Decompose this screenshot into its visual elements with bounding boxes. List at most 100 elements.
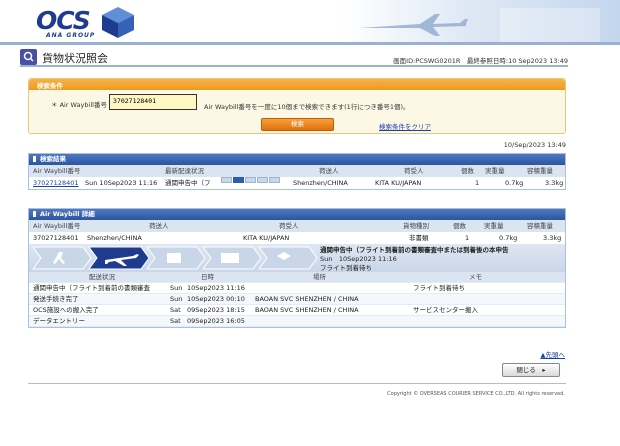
history-row: 通関申告中（フライト到着前の書類審査 Sun 10Sep2023 11:16 フ… — [29, 283, 565, 294]
col-memo: メモ — [469, 273, 482, 281]
progress-step — [221, 177, 232, 183]
ocs-logo: OCS — [36, 6, 91, 35]
history-column-headers: 配送状況 日時 場所 メモ — [29, 272, 565, 283]
history-place: BAOAN SVC SHENZHEN / CHINA — [255, 306, 359, 314]
results-header: 検索結果 — [29, 154, 565, 165]
col-weight: 実重量 — [485, 167, 505, 175]
history-place: BAOAN SVC SHENZHEN / CHINA — [255, 295, 359, 303]
step-delivered — [258, 246, 318, 270]
logo-cube-icon — [102, 7, 134, 38]
history-memo: サービスセンター搬入 — [413, 306, 478, 314]
history-row: データエントリー Sat 09Sep2023 16:05 — [29, 316, 565, 327]
history-status: OCS施設への搬入完了 — [33, 306, 99, 314]
detail-consignee: KITA KU/JAPAN — [243, 234, 290, 242]
screen-id-info: 画面ID:PCSWG0201R 最終参照日時:10 Sep2023 13:49 — [393, 57, 568, 65]
footer-divider — [28, 383, 566, 384]
search-panel-title: 検索条件 — [37, 82, 63, 90]
col-cargo-type: 貨物種別 — [403, 222, 429, 230]
close-button[interactable]: 閉じる ▸ — [502, 363, 560, 377]
history-status: 発送手続き完了 — [33, 295, 79, 303]
detail-weight: 0.7kg — [499, 234, 518, 242]
detail-title: Air Waybill 詳細 — [40, 210, 95, 218]
detail-row: 37027128401 Shenzhen/CHINA KITA KU/JAPAN… — [29, 232, 565, 244]
status-progress-strip: 通関申告中（フライト到着前の書類審査中または到着後の本申告 Sun 10Sep2… — [29, 244, 565, 272]
truck-icon — [221, 253, 239, 263]
result-shipper: Shenzhen/CHINA — [293, 179, 348, 187]
col-place: 場所 — [313, 273, 326, 281]
status-main: 通関申告中（フライト到着前の書類審査中または到着後の本申告 — [320, 246, 509, 254]
site-header: OCS ANA GROUP — [0, 0, 620, 45]
history-status: データエントリー — [33, 317, 85, 325]
history-memo: フライト到着待ち — [413, 284, 465, 292]
result-status: 通関申告中（フ — [165, 179, 211, 187]
awb-help-text: Air Waybill番号を一度に10個まで検索できます(1行につき番号1個)。 — [204, 103, 410, 111]
progress-step — [257, 177, 268, 183]
search-panel-header: 検索条件 — [29, 79, 565, 90]
back-to-top-link[interactable]: ▲先頭へ — [541, 349, 566, 359]
detail-section: Air Waybill 詳細 Air Waybill番号 荷送人 荷受人 貨物種… — [28, 208, 566, 328]
detail-awb: 37027128401 — [33, 234, 79, 242]
search-button[interactable]: 検索 — [261, 118, 334, 131]
col-vol-weight: 容積重量 — [527, 222, 553, 230]
history-row: OCS施設への搬入完了 Sat 09Sep2023 18:15 BAOAN SV… — [29, 305, 565, 316]
current-datetime: 10/Sep/2023 13:49 — [503, 141, 566, 149]
col-awb: Air Waybill番号 — [33, 167, 81, 175]
detail-shipper: Shenzhen/CHINA — [87, 234, 142, 242]
history-day: Sat — [170, 306, 181, 314]
results-column-headers: Air Waybill番号 最新配達状況 荷送人 荷受人 個数 実重量 容積重量 — [29, 165, 565, 177]
page-title-bar: 貨物状況照会 画面ID:PCSWG0201R 最終参照日時:10 Sep2023… — [20, 49, 568, 67]
awb-link[interactable]: 37027128401 — [33, 177, 79, 189]
result-pieces: 1 — [475, 179, 480, 187]
col-pieces: 個数 — [461, 167, 474, 175]
logo-subtitle: ANA GROUP — [46, 32, 96, 39]
progress-step — [269, 177, 280, 183]
page-title: 貨物状況照会 — [42, 52, 108, 65]
current-status: 通関申告中（フライト到着前の書類審査中または到着後の本申告 Sun 10Sep2… — [320, 246, 509, 273]
detail-cargo-type: 非書類 — [409, 234, 429, 242]
result-consignee: KITA KU/JAPAN — [375, 179, 422, 187]
result-weight: 0.7kg — [505, 179, 524, 187]
search-panel: 検索条件 ＊ Air Waybill番号 : 37027128401 Air W… — [28, 78, 566, 134]
results-section: 検索結果 Air Waybill番号 最新配達状況 荷送人 荷受人 個数 実重量… — [28, 153, 566, 190]
history-status: 通関申告中（フライト到着前の書類審査 — [33, 284, 150, 292]
step-pickup — [32, 246, 92, 270]
history-datetime: 10Sep2023 11:16 — [187, 284, 245, 292]
awb-input[interactable]: 37027128401 — [109, 94, 197, 110]
clear-conditions-link[interactable]: 検索条件をクリア — [379, 121, 431, 131]
history-day: Sun — [170, 295, 183, 303]
progress-step-active — [233, 177, 244, 183]
history-row: 発送手続き完了 Sun 10Sep2023 00:10 BAOAN SVC SH… — [29, 294, 565, 305]
col-shipper: 荷送人 — [149, 222, 169, 230]
result-date: Sun 10Sep2023 11:16 — [85, 179, 158, 187]
history-day: Sat — [170, 317, 181, 325]
col-pieces: 個数 — [453, 222, 466, 230]
awb-label: ＊ Air Waybill番号 : — [51, 101, 112, 109]
copyright-text: Copyright © OVERSEAS COURIER SERVICE CO.… — [387, 391, 565, 397]
col-shipper: 荷送人 — [319, 167, 339, 175]
col-weight: 実重量 — [484, 222, 504, 230]
detail-pieces: 1 — [465, 234, 470, 242]
progress-step — [245, 177, 256, 183]
search-page-icon — [20, 49, 37, 65]
status-steps-graphic — [32, 246, 318, 270]
col-awb: Air Waybill番号 — [33, 222, 81, 230]
col-vol-weight: 容積重量 — [527, 167, 553, 175]
col-latest-status: 最新配達状況 — [165, 167, 204, 175]
airplane-decoration-icon — [360, 8, 600, 42]
table-row[interactable]: 37027128401 Sun 10Sep2023 11:16 通関申告中（フ … — [29, 177, 565, 189]
detail-header: Air Waybill 詳細 — [29, 209, 565, 220]
results-title: 検索結果 — [40, 155, 66, 163]
status-date: Sun 10Sep2023 11:16 — [320, 255, 397, 263]
box-icon — [167, 253, 181, 263]
history-datetime: 09Sep2023 18:15 — [187, 306, 245, 314]
col-consignee: 荷受人 — [404, 167, 424, 175]
detail-vol-weight: 3.3kg — [543, 234, 562, 242]
col-datetime: 日時 — [201, 273, 214, 281]
history-day: Sun — [170, 284, 183, 292]
col-status: 配送状況 — [89, 273, 115, 281]
result-vol-weight: 3.3kg — [545, 179, 564, 187]
history-datetime: 10Sep2023 00:10 — [187, 295, 245, 303]
col-consignee: 荷受人 — [279, 222, 299, 230]
history-datetime: 09Sep2023 16:05 — [187, 317, 245, 325]
detail-column-headers: Air Waybill番号 荷送人 荷受人 貨物種別 個数 実重量 容積重量 — [29, 220, 565, 232]
